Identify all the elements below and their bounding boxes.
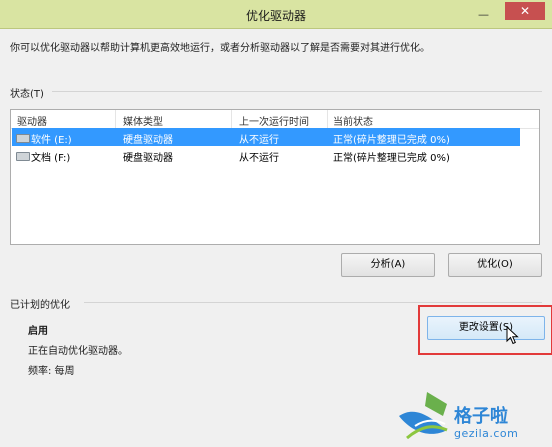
schedule-state: 启用	[28, 326, 48, 337]
pointer-cursor-icon	[506, 326, 519, 345]
watermark-url: gezila.com	[454, 427, 519, 440]
current-status: 正常(碎片整理已完成 0%)	[333, 153, 450, 164]
schedule-frequency: 频率: 每周	[28, 366, 75, 377]
hard-drive-icon	[16, 152, 30, 161]
drive-row-f[interactable]: 文档 (F:) 硬盘驱动器 从不运行 正常(碎片整理已完成 0%)	[12, 146, 520, 164]
close-button[interactable]: ✕	[505, 2, 545, 20]
last-run: 从不运行	[239, 153, 279, 164]
media-type: 硬盘驱动器	[123, 153, 173, 164]
last-run: 从不运行	[239, 135, 279, 146]
window-title: 优化驱动器	[245, 9, 306, 23]
scheduled-divider	[84, 302, 542, 303]
drive-list-header: 驱动器 媒体类型 上一次运行时间 当前状态	[11, 110, 539, 129]
title-bar: 优化驱动器 — ✕	[0, 0, 552, 29]
column-header-last-run[interactable]: 上一次运行时间	[239, 113, 309, 128]
column-header-drive[interactable]: 驱动器	[17, 113, 47, 128]
optimize-button[interactable]: 优化(O)	[448, 253, 542, 277]
change-settings-button[interactable]: 更改设置(S)	[427, 316, 545, 340]
drive-name: 文档 (F:)	[31, 153, 71, 164]
column-separator	[115, 110, 116, 128]
hard-drive-icon	[16, 134, 30, 143]
drive-row-e[interactable]: 软件 (E:) 硬盘驱动器 从不运行 正常(碎片整理已完成 0%)	[12, 128, 520, 146]
minimize-button[interactable]: —	[478, 8, 489, 21]
description-text: 你可以优化驱动器以帮助计算机更高效地运行，或者分析驱动器以了解是否需要对其进行优…	[10, 43, 430, 54]
column-separator	[231, 110, 232, 128]
watermark-text: 格子啦	[454, 406, 508, 427]
scheduled-section-label: 已计划的优化	[10, 300, 70, 311]
media-type: 硬盘驱动器	[123, 135, 173, 146]
analyze-button[interactable]: 分析(A)	[341, 253, 435, 277]
column-separator	[327, 110, 328, 128]
status-divider	[52, 91, 542, 92]
drive-list[interactable]: 驱动器 媒体类型 上一次运行时间 当前状态 软件 (E:) 硬盘驱动器 从不运行…	[10, 109, 540, 245]
column-header-current-status[interactable]: 当前状态	[333, 113, 373, 128]
schedule-detail: 正在自动优化驱动器。	[28, 346, 128, 357]
status-section-label: 状态(T)	[10, 89, 44, 100]
column-header-media-type[interactable]: 媒体类型	[123, 113, 163, 128]
drive-name: 软件 (E:)	[31, 135, 72, 146]
current-status: 正常(碎片整理已完成 0%)	[333, 135, 450, 146]
